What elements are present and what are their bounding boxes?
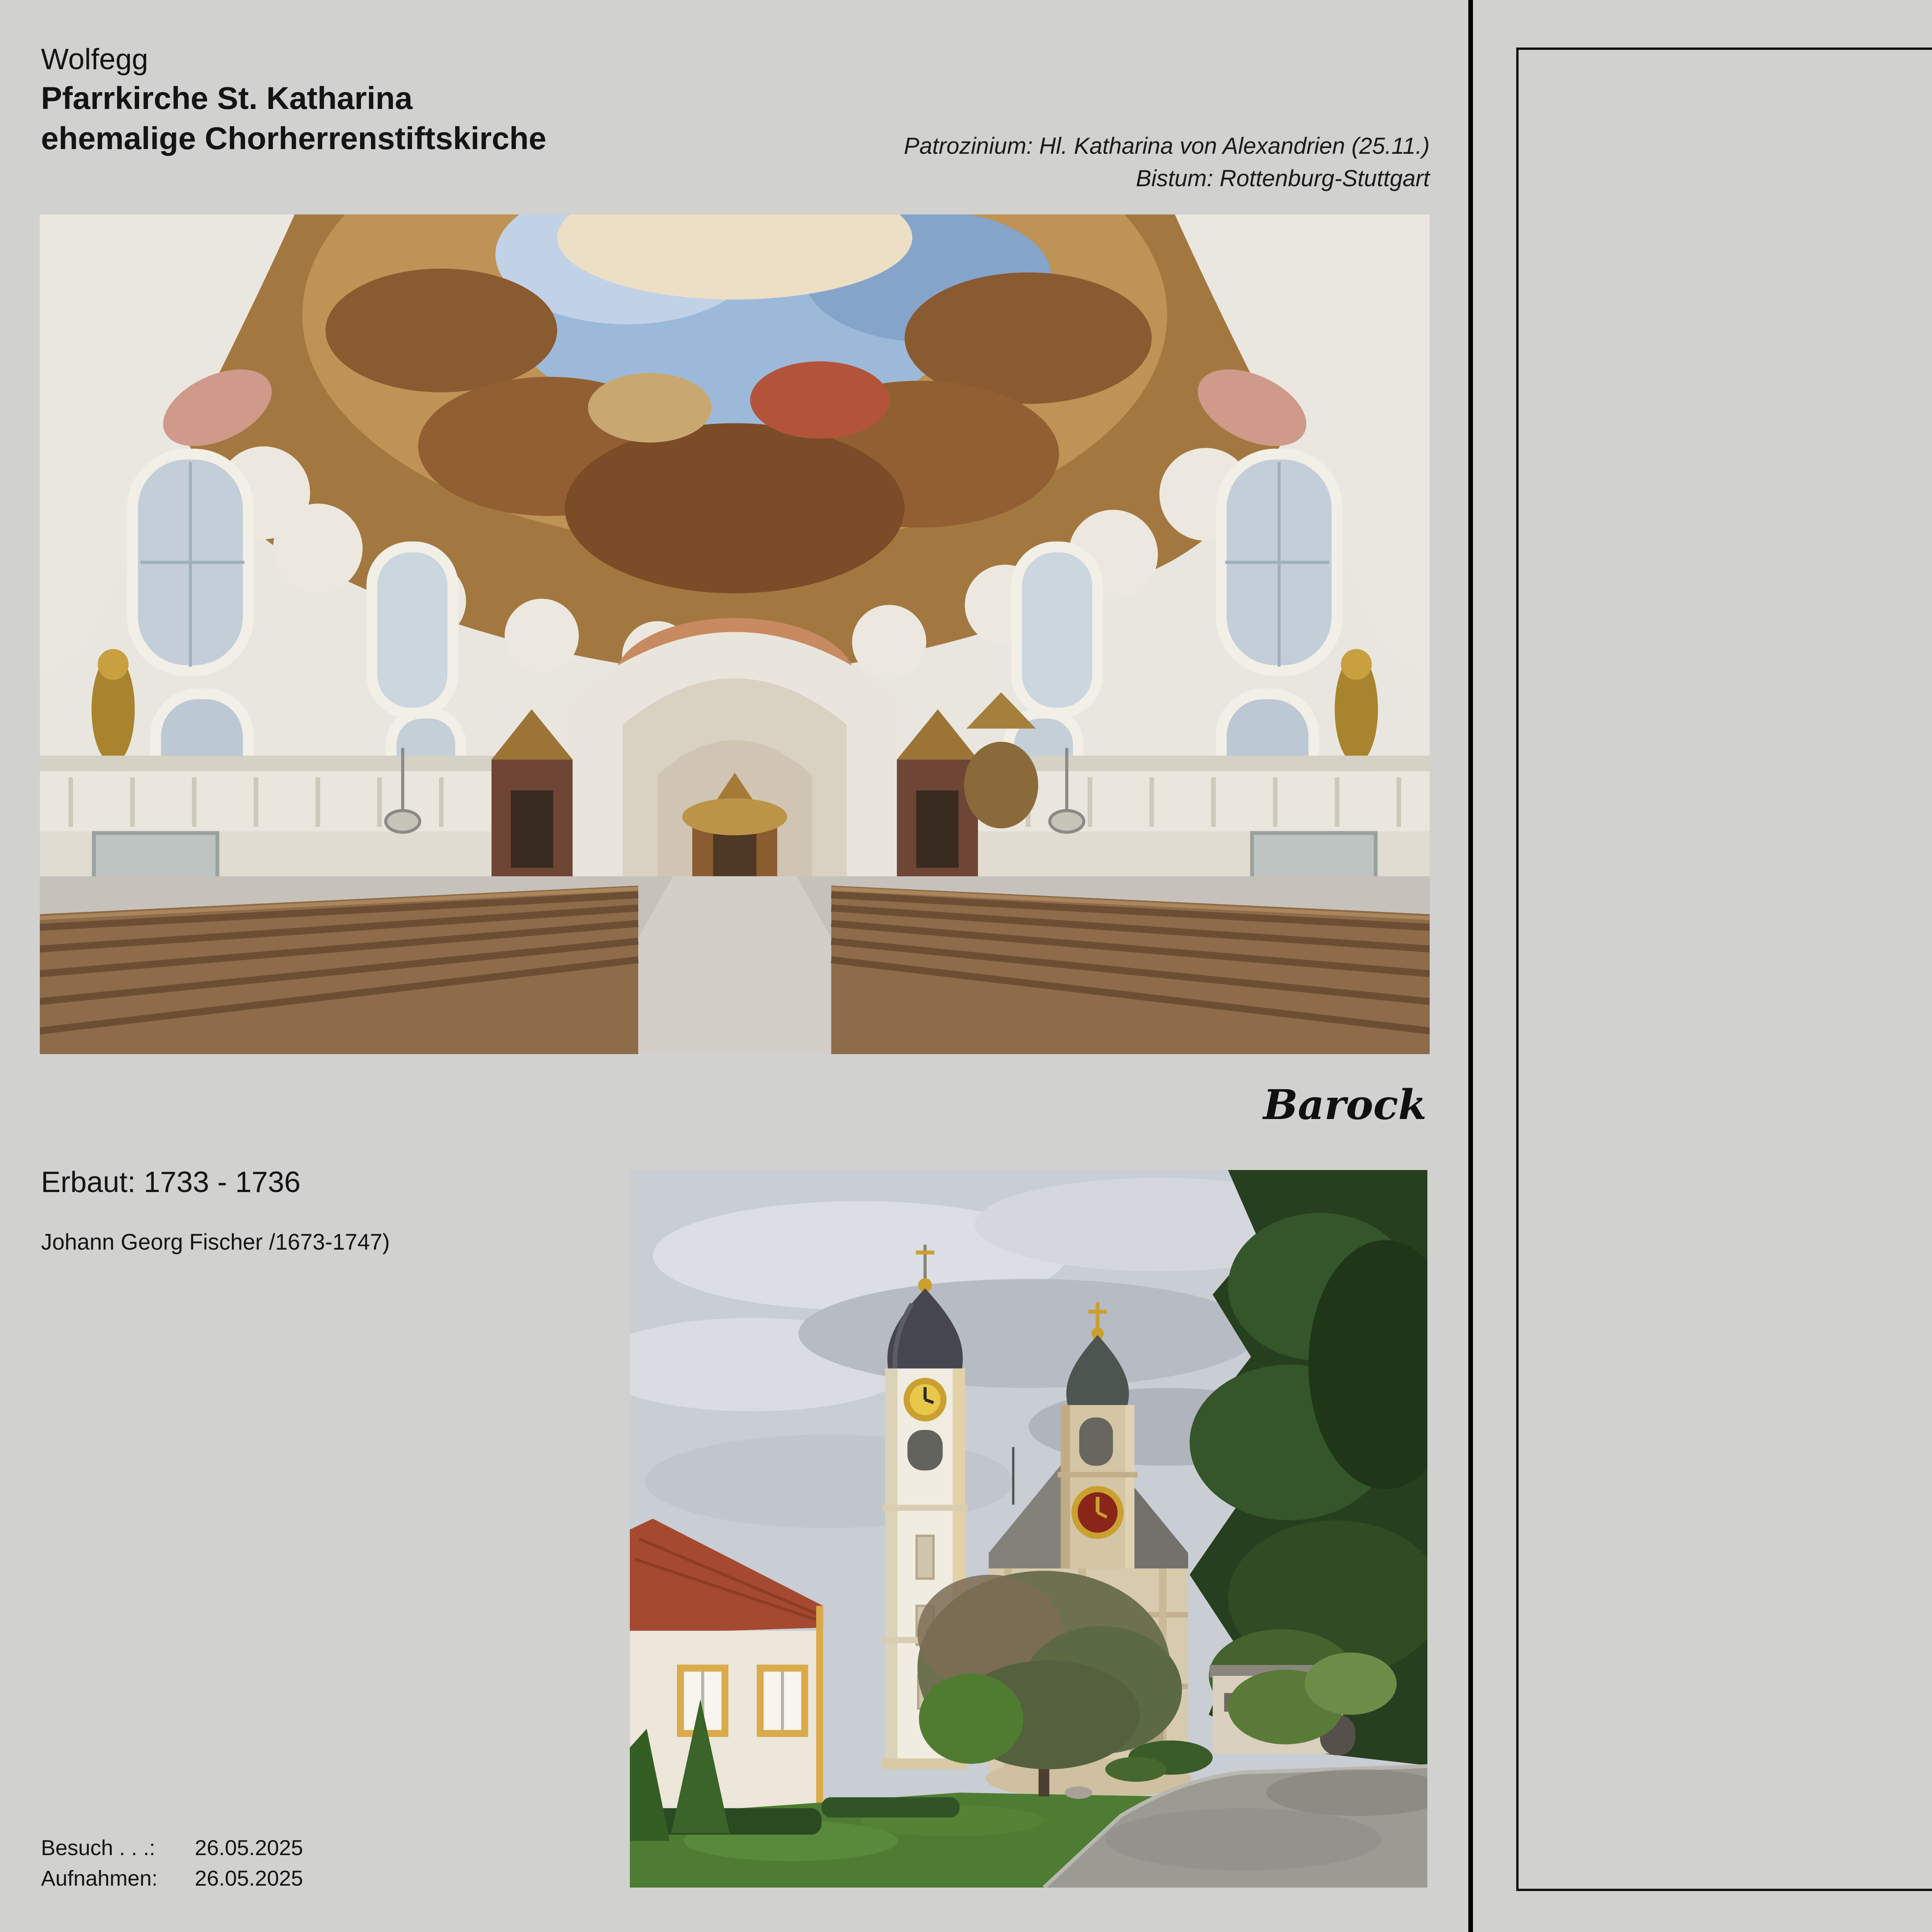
church-subtitle: ehemalige Chorherrenstiftskirche	[41, 123, 546, 155]
album-spread: Wolfegg Pfarrkirche St. Katharina ehemal…	[0, 0, 1932, 1932]
architect-line: Johann Georg Fischer /1673-1747)	[41, 1231, 390, 1253]
captured-date: 26.05.2025	[195, 1866, 303, 1890]
visit-label: Besuch . . .:	[41, 1832, 195, 1863]
captured-label: Aufnahmen:	[41, 1863, 195, 1893]
placeholder-frame: in Arbeit	[1516, 48, 1932, 1891]
tower-clock	[904, 1378, 947, 1422]
interior-photo	[40, 214, 1430, 1054]
page-title-town: Wolfegg	[41, 45, 148, 74]
crossing-tower-clock	[1071, 1486, 1124, 1539]
visit-row: Besuch . . .:26.05.2025	[41, 1832, 303, 1863]
in-arbeit-watermark: in Arbeit	[1927, 542, 1932, 1160]
built-line: Erbaut: 1733 - 1736	[41, 1168, 301, 1197]
bistum-line: Bistum: Rottenburg-Stuttgart	[904, 162, 1430, 195]
church-name: Pfarrkirche St. Katharina	[41, 83, 413, 114]
dedication-block: Patrozinium: Hl. Katharina von Alexandri…	[904, 130, 1430, 195]
style-label: Barock	[1263, 1084, 1427, 1125]
exterior-photo	[630, 1170, 1427, 1888]
captured-row: Aufnahmen:26.05.2025	[41, 1863, 303, 1893]
visit-date: 26.05.2025	[195, 1835, 303, 1860]
floor-and-pews	[40, 876, 1430, 1054]
page-divider	[1468, 0, 1473, 1932]
visit-metadata: Besuch . . .:26.05.2025 Aufnahmen:26.05.…	[41, 1832, 303, 1893]
patrozinium-line: Patrozinium: Hl. Katharina von Alexandri…	[904, 130, 1430, 162]
